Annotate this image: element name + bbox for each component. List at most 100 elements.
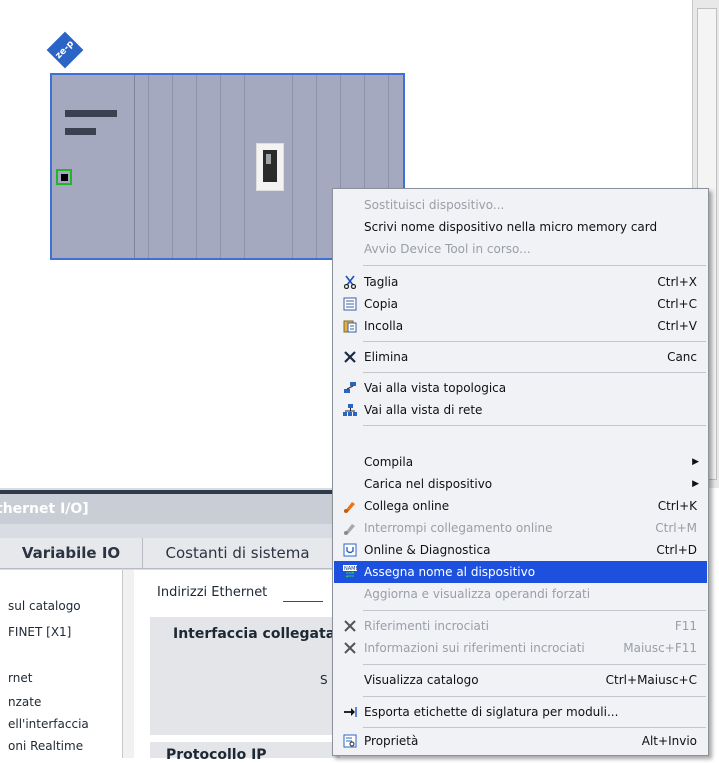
menu-item-label: Compila (364, 455, 414, 469)
menu-item-shortcut: Ctrl+V (657, 319, 697, 333)
context-menu: Sostituisci dispositivo... Scrivi nome d… (332, 188, 709, 756)
menu-item-assegna-nome[interactable]: NAME Assegna nome al dispositivo (334, 561, 707, 583)
tree-item[interactable]: rnet (8, 671, 32, 685)
menu-item-label: Elimina (364, 350, 409, 364)
tree-item[interactable]: ell'interfaccia (8, 717, 89, 731)
slot-divider (244, 75, 245, 258)
menu-item-shortcut: Ctrl+K (657, 499, 697, 513)
menu-item-aggiorna-operandi-forzati[interactable]: Aggiorna e visualizza operandi forzati (334, 583, 707, 605)
ip-protocol-group-title: Protocollo IP (166, 747, 267, 763)
menu-item-avvio-device-tool[interactable]: Avvio Device Tool in corso... (334, 238, 707, 260)
diagnostics-icon (342, 542, 358, 558)
svg-text:NAME: NAME (344, 566, 357, 572)
menu-item-label: Proprietà (364, 734, 419, 748)
menu-item-shortcut: Ctrl+X (657, 275, 697, 289)
menu-item-shortcut: Alt+Invio (641, 734, 697, 748)
menu-item-info-riferimenti-incrociati[interactable]: Informazioni sui riferimenti incrociati … (334, 637, 707, 659)
menu-item-incolla[interactable]: Incolla Ctrl+V (334, 315, 707, 337)
tree-item[interactable]: FINET [X1] (8, 625, 71, 639)
menu-item-label: Aggiorna e visualizza operandi forzati (364, 587, 591, 601)
menu-item-label: Scrivi nome dispositivo nella micro memo… (364, 220, 658, 234)
menu-item-shortcut: Ctrl+D (656, 543, 697, 557)
slot-divider (172, 75, 173, 258)
menu-separator (363, 265, 706, 266)
slot-divider (196, 75, 197, 258)
submenu-arrow-icon: ▶ (692, 479, 699, 489)
io-module-icon[interactable] (256, 143, 284, 191)
menu-item-visualizza-catalogo[interactable]: Visualizza catalogo Ctrl+Maiusc+C (334, 669, 707, 691)
properties-icon (342, 733, 358, 749)
menu-item-label: Incolla (364, 319, 404, 333)
head-module-bar-short (65, 128, 96, 135)
menu-item-label: Avvio Device Tool in corso... (364, 242, 531, 256)
copy-icon (342, 296, 358, 312)
section-divider (283, 601, 323, 602)
connect-online-icon (342, 498, 358, 514)
profinet-port-icon[interactable] (56, 169, 72, 185)
tree-item[interactable]: oni Realtime (8, 739, 83, 753)
interface-group-title: Interfaccia collegata (173, 626, 336, 642)
delete-icon (342, 349, 358, 365)
section-title: Indirizzi Ethernet (157, 585, 268, 600)
tab-costanti-di-sistema[interactable]: Costanti di sistema (143, 538, 333, 568)
tree-item[interactable]: sul catalogo (8, 599, 81, 613)
assign-name-icon: NAME (342, 564, 358, 580)
topology-icon (342, 380, 358, 396)
menu-item-label: Online & Diagnostica (364, 543, 491, 557)
menu-item-interrompi-collegamento[interactable]: Interrompi collegamento online Ctrl+M (334, 517, 707, 539)
menu-item-shortcut: Ctrl+M (655, 521, 697, 535)
menu-item-shortcut: Ctrl+Maiusc+C (605, 673, 697, 687)
menu-separator (363, 610, 706, 611)
menu-item-online-diagnostica[interactable]: Online & Diagnostica Ctrl+D (334, 539, 707, 561)
menu-item-carica-nel-dispositivo[interactable]: Carica nel dispositivo ▶ (334, 473, 707, 495)
head-module-bar (65, 110, 117, 117)
tree-item[interactable]: nzate (8, 695, 41, 709)
disconnect-online-icon (342, 520, 358, 536)
menu-item-copia[interactable]: Copia Ctrl+C (334, 293, 707, 315)
menu-item-riferimenti-incrociati[interactable]: Riferimenti incrociati F11 (334, 615, 707, 637)
menu-separator (363, 425, 706, 426)
menu-separator (363, 341, 706, 342)
slot-divider (316, 75, 317, 258)
menu-separator (363, 727, 706, 728)
menu-item-elimina[interactable]: Elimina Canc (334, 346, 707, 368)
menu-item-label: Vai alla vista di rete (364, 403, 483, 417)
menu-item-label: Assegna nome al dispositivo (364, 565, 536, 579)
tab-variabile-io[interactable]: Variabile IO (0, 538, 143, 568)
submenu-arrow-icon: ▶ (692, 457, 699, 467)
menu-item-scrivi-nome[interactable]: Scrivi nome dispositivo nella micro memo… (334, 216, 707, 238)
menu-item-vista-topologica[interactable]: Vai alla vista topologica (334, 377, 707, 399)
menu-item-compila[interactable]: Compila ▶ (334, 451, 707, 473)
menu-separator (363, 696, 706, 697)
head-module[interactable] (52, 75, 135, 258)
slot-divider (148, 75, 149, 258)
network-icon (342, 402, 358, 418)
menu-item-label: Esporta etichette di siglatura per modul… (364, 705, 619, 719)
menu-item-label: Sostituisci dispositivo... (364, 198, 505, 212)
properties-tree: sul catalogo FINET [X1] rnet nzate ell'i… (0, 570, 128, 758)
slot-divider (292, 75, 293, 258)
menu-item-label: Interrompi collegamento online (364, 521, 553, 535)
menu-item-collega-online[interactable]: Collega online Ctrl+K (334, 495, 707, 517)
cross-reference-icon (342, 618, 358, 634)
menu-item-label: Collega online (364, 499, 450, 513)
menu-item-shortcut: Ctrl+C (657, 297, 697, 311)
panel-title-text: thernet I/O] (0, 501, 89, 517)
menu-separator (363, 664, 706, 665)
menu-item-label: Carica nel dispositivo (364, 477, 493, 491)
subnet-label: S (320, 673, 328, 687)
menu-item-vista-di-rete[interactable]: Vai alla vista di rete (334, 399, 707, 421)
menu-item-shortcut: Maiusc+F11 (623, 641, 697, 655)
menu-item-sostituisci-dispositivo[interactable]: Sostituisci dispositivo... (334, 194, 707, 216)
device-tag-label: ze-p (53, 38, 77, 62)
menu-item-label: Visualizza catalogo (364, 673, 479, 687)
paste-icon (342, 318, 358, 334)
menu-item-taglia[interactable]: Taglia Ctrl+X (334, 271, 707, 293)
menu-item-proprieta[interactable]: Proprietà Alt+Invio (334, 730, 707, 752)
menu-separator (363, 372, 706, 373)
menu-item-label: Riferimenti incrociati (364, 619, 489, 633)
cross-reference-info-icon (342, 640, 358, 656)
menu-item-shortcut: F11 (674, 619, 697, 633)
menu-item-label: Vai alla vista topologica (364, 381, 507, 395)
menu-item-esporta-etichette[interactable]: Esporta etichette di siglatura per modul… (334, 701, 707, 723)
